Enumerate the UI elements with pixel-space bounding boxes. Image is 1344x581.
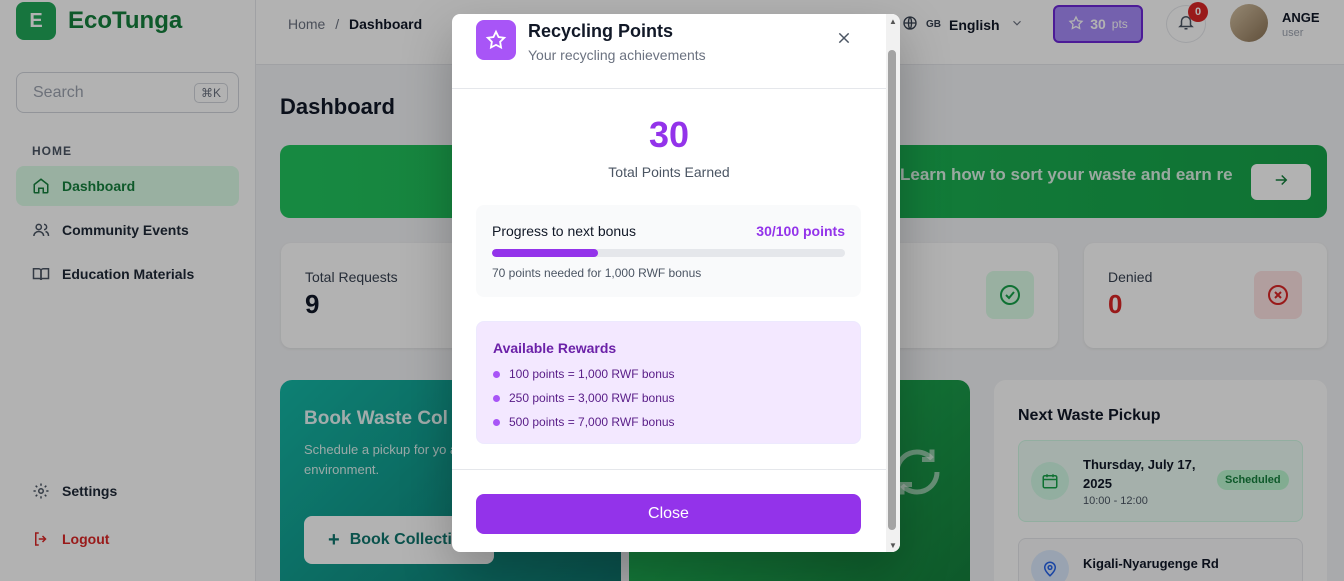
recycling-points-modal: Recycling Points Your recycling achievem… — [452, 14, 900, 552]
modal-divider — [452, 88, 886, 89]
reward-text: 500 points = 7,000 RWF bonus — [509, 415, 675, 429]
progress-panel: Progress to next bonus 30/100 points 70 … — [476, 205, 861, 297]
close-icon — [836, 30, 852, 51]
total-points-value: 30 — [648, 114, 690, 155]
modal-subtitle: Your recycling achievements — [528, 47, 706, 63]
reward-text: 250 points = 3,000 RWF bonus — [509, 391, 675, 405]
progress-bar — [492, 249, 845, 257]
progress-note: 70 points needed for 1,000 RWF bonus — [492, 266, 702, 280]
scroll-up-icon[interactable]: ▲ — [888, 16, 898, 26]
bullet-dot-icon — [493, 418, 500, 426]
modal-scrollbar-thumb[interactable] — [888, 50, 896, 530]
modal-title: Recycling Points — [528, 21, 674, 41]
modal-close-x-button[interactable] — [832, 28, 856, 52]
progress-bar-fill — [492, 249, 598, 257]
reward-item: 100 points = 1,000 RWF bonus — [493, 367, 675, 381]
bullet-dot-icon — [493, 394, 500, 402]
scroll-down-icon[interactable]: ▼ — [888, 540, 898, 550]
modal-footer-divider — [452, 469, 886, 470]
progress-value: 30/100 points — [756, 223, 845, 239]
reward-item: 250 points = 3,000 RWF bonus — [493, 391, 675, 405]
reward-item: 500 points = 7,000 RWF bonus — [493, 415, 675, 429]
rewards-title: Available Rewards — [493, 340, 617, 356]
star-icon — [476, 20, 516, 60]
reward-text: 100 points = 1,000 RWF bonus — [509, 367, 675, 381]
close-button[interactable]: Close — [476, 494, 861, 534]
bullet-dot-icon — [493, 370, 500, 378]
total-points-label: Total Points Earned — [608, 164, 730, 180]
rewards-panel: Available Rewards 100 points = 1,000 RWF… — [476, 321, 861, 444]
progress-title: Progress to next bonus — [492, 223, 636, 239]
